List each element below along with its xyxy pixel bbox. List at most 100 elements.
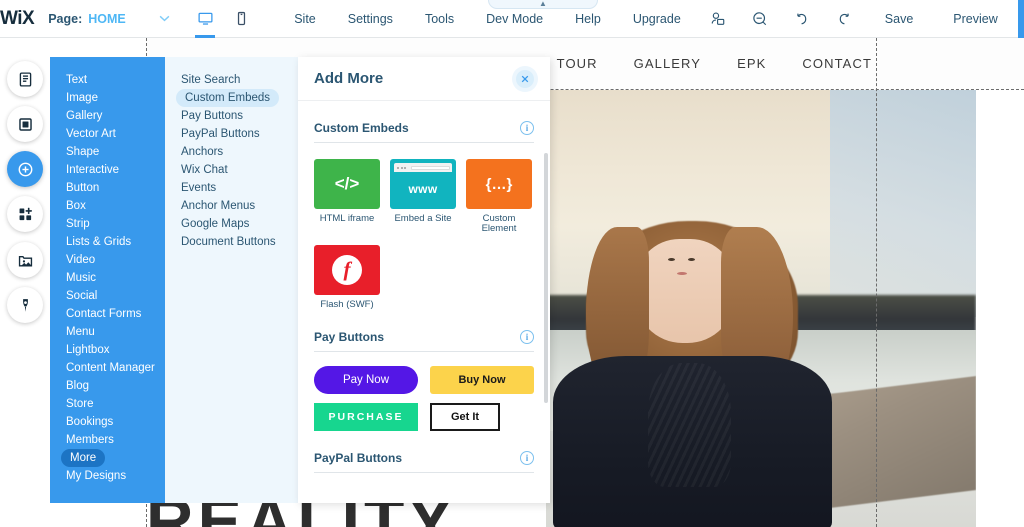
buy-now-button[interactable]: Buy Now — [430, 366, 534, 395]
tile-glyph: www — [408, 181, 438, 196]
category-label: Image — [66, 92, 98, 104]
subcategory-label: Site Search — [181, 74, 241, 86]
custom-embeds-tiles[interactable]: </> HTML iframe www Embed a Site {…} Cus… — [314, 143, 534, 310]
menu-item-settings[interactable]: Settings — [332, 0, 409, 37]
main-menu[interactable]: Site Settings Tools Dev Mode Help Upgrad… — [264, 0, 697, 37]
tile-flash-swf[interactable]: f Flash (SWF) — [314, 244, 380, 310]
device-switcher[interactable] — [182, 0, 264, 38]
category-item[interactable]: Interactive — [50, 161, 165, 179]
category-item[interactable]: Video — [50, 251, 165, 269]
panel-body[interactable]: Custom Embeds i </> HTML iframe www Embe… — [298, 101, 550, 503]
pay-buttons-grid[interactable]: Pay Now Buy Now PURCHASE Get It — [314, 352, 534, 432]
category-label: Lists & Grids — [66, 236, 132, 248]
add-subcategory-list[interactable]: Site Search Custom Embeds Pay Buttons Pa… — [165, 57, 298, 503]
panel-header: Add More — [298, 57, 550, 101]
tile-embed-a-site[interactable]: www Embed a Site — [390, 159, 456, 235]
pay-now-button[interactable]: Pay Now — [314, 366, 418, 395]
nav-item[interactable]: CONTACT — [784, 56, 890, 71]
members-icon[interactable] — [697, 0, 739, 38]
category-item[interactable]: Shape — [50, 143, 165, 161]
pages-icon[interactable] — [7, 61, 43, 97]
subcategory-item[interactable]: Anchors — [165, 143, 298, 161]
subcategory-item-custom-embeds[interactable]: Custom Embeds — [165, 89, 298, 107]
category-label: Shape — [66, 146, 100, 158]
tile-html-iframe[interactable]: </> HTML iframe — [314, 159, 380, 235]
left-tool-rail — [0, 38, 50, 527]
my-uploads-icon[interactable] — [7, 242, 43, 278]
category-item[interactable]: Contact Forms — [50, 305, 165, 323]
subcategory-label: Events — [181, 182, 217, 194]
info-icon[interactable]: i — [520, 121, 534, 135]
background-icon[interactable] — [7, 106, 43, 142]
undo-icon[interactable] — [781, 0, 823, 38]
subcategory-item[interactable]: Site Search — [165, 71, 298, 89]
page-selector[interactable]: Page: HOME — [34, 0, 182, 37]
category-item[interactable]: Gallery — [50, 107, 165, 125]
desktop-icon[interactable] — [188, 0, 222, 38]
category-item[interactable]: Social — [50, 287, 165, 305]
subcategory-item[interactable]: Document Buttons — [165, 233, 298, 251]
subcategory-label: Custom Embeds — [176, 89, 280, 107]
category-label: Bookings — [66, 416, 114, 428]
subcategory-item[interactable]: Pay Buttons — [165, 107, 298, 125]
tile-custom-element[interactable]: {…} Custom Element — [466, 159, 532, 235]
menu-item-upgrade[interactable]: Upgrade — [617, 0, 697, 37]
category-item[interactable]: Content Manager — [50, 359, 165, 377]
category-item[interactable]: Store — [50, 395, 165, 413]
category-item[interactable]: My Designs — [50, 467, 165, 485]
purchase-button[interactable]: PURCHASE — [314, 403, 418, 432]
category-item-more[interactable]: More — [50, 449, 165, 467]
add-more-panel[interactable]: Add More Custom Embeds i </> HTML iframe — [298, 57, 550, 503]
menu-item-site[interactable]: Site — [278, 0, 332, 37]
add-apps-icon[interactable] — [7, 196, 43, 232]
subcategory-item[interactable]: PayPal Buttons — [165, 125, 298, 143]
chevron-down-icon[interactable] — [159, 15, 170, 22]
category-label: Strip — [66, 218, 90, 230]
category-label: Video — [66, 254, 96, 266]
nav-item[interactable]: TOUR — [539, 56, 616, 71]
section-title: Custom Embeds — [314, 121, 409, 135]
category-item[interactable]: Members — [50, 431, 165, 449]
tile-label: Custom Element — [481, 213, 517, 235]
subcategory-item[interactable]: Events — [165, 179, 298, 197]
get-it-button[interactable]: Get It — [430, 403, 500, 432]
category-item[interactable]: Vector Art — [50, 125, 165, 143]
add-category-list[interactable]: Text Image Gallery Vector Art Shape Inte… — [50, 57, 165, 503]
blog-pen-icon[interactable] — [7, 287, 43, 323]
nav-item[interactable]: GALLERY — [616, 56, 719, 71]
subcategory-item[interactable]: Google Maps — [165, 215, 298, 233]
info-icon[interactable]: i — [520, 330, 534, 345]
subcategory-item[interactable]: Anchor Menus — [165, 197, 298, 215]
category-item[interactable]: Button — [50, 179, 165, 197]
info-icon[interactable]: i — [520, 451, 534, 466]
category-item[interactable]: Lightbox — [50, 341, 165, 359]
nav-item[interactable]: EPK — [719, 56, 784, 71]
subcategory-item[interactable]: Wix Chat — [165, 161, 298, 179]
save-button[interactable]: Save — [865, 0, 934, 37]
hero-photo[interactable] — [546, 90, 976, 527]
category-item[interactable]: Strip — [50, 215, 165, 233]
subcategory-label: Anchor Menus — [181, 200, 256, 212]
section-title: Pay Buttons — [314, 330, 385, 345]
add-icon[interactable] — [7, 151, 43, 187]
category-item[interactable]: Bookings — [50, 413, 165, 431]
publish-button[interactable]: Publish — [1017, 0, 1024, 38]
wix-logo[interactable]: WiX — [0, 0, 35, 37]
zoom-out-icon[interactable] — [739, 0, 781, 38]
preview-button[interactable]: Preview — [933, 0, 1017, 37]
category-item[interactable]: Text — [50, 71, 165, 89]
collapse-toolbar-tab[interactable]: ▲ — [488, 0, 598, 9]
category-item[interactable]: Music — [50, 269, 165, 287]
category-item[interactable]: Image — [50, 89, 165, 107]
close-icon[interactable] — [516, 69, 534, 88]
subcategory-label: Document Buttons — [181, 236, 276, 248]
menu-item-tools[interactable]: Tools — [409, 0, 470, 37]
panel-scrollbar[interactable] — [544, 153, 548, 403]
category-item[interactable]: Menu — [50, 323, 165, 341]
category-label: Lightbox — [66, 344, 110, 356]
category-item[interactable]: Box — [50, 197, 165, 215]
redo-icon[interactable] — [823, 0, 865, 38]
mobile-icon[interactable] — [224, 0, 258, 38]
category-item[interactable]: Lists & Grids — [50, 233, 165, 251]
category-item[interactable]: Blog — [50, 377, 165, 395]
